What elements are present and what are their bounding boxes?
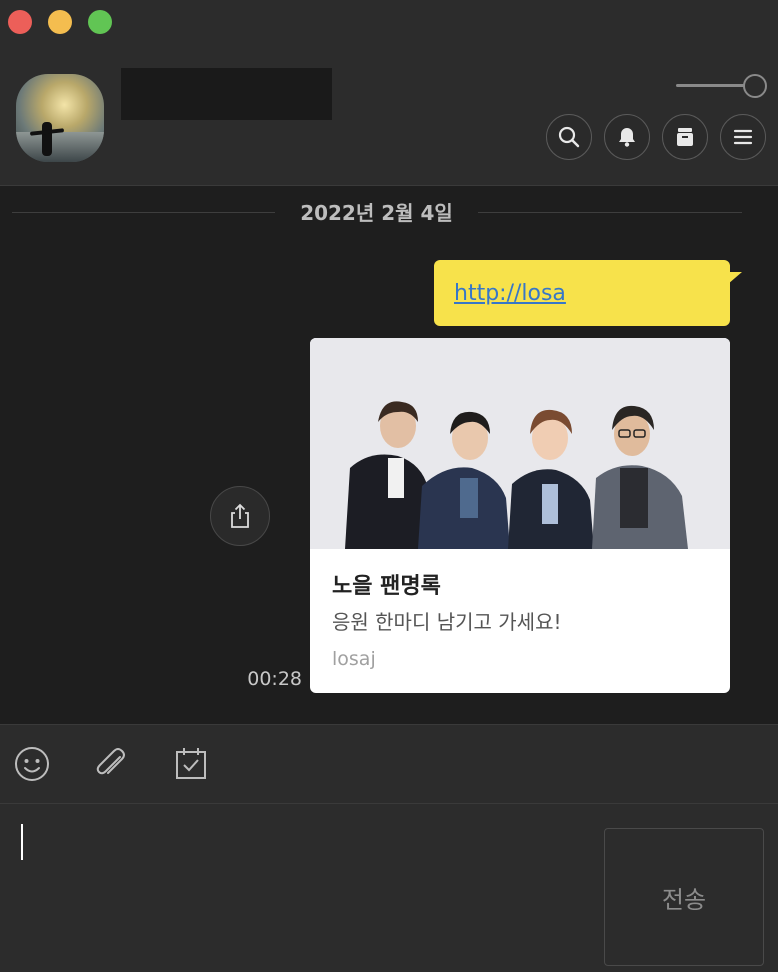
chat-room-name	[121, 68, 332, 120]
emoticon-button[interactable]	[13, 745, 51, 783]
link-preview-title: 노을 팬명록	[332, 574, 441, 599]
chat-header	[0, 0, 778, 186]
close-window-button[interactable]	[8, 10, 32, 34]
link-preview-card[interactable]: 노을 팬명록 응원 한마디 남기고 가세요! losaj	[310, 338, 730, 693]
bell-icon	[619, 128, 635, 147]
drawer-button[interactable]	[662, 114, 708, 160]
text-cursor	[21, 824, 23, 860]
composer-toolbar	[0, 724, 778, 804]
link-preview-domain: losaj	[332, 648, 376, 670]
slider-thumb[interactable]	[743, 74, 767, 98]
date-divider: 2022년 2월 4일	[12, 198, 742, 228]
search-button[interactable]	[546, 114, 592, 160]
divider-line-left	[12, 212, 275, 213]
attach-file-button[interactable]	[92, 745, 130, 783]
profile-avatar[interactable]	[16, 74, 104, 162]
group-photo-graphic	[310, 338, 730, 549]
drawer-icon	[677, 128, 693, 146]
link-preview-image	[310, 338, 730, 549]
search-icon	[558, 126, 580, 148]
paperclip-icon	[96, 748, 125, 775]
composer: 전송	[0, 804, 778, 972]
message-link[interactable]: http://losa	[454, 281, 566, 306]
opacity-slider[interactable]	[676, 74, 768, 98]
avatar-sea-graphic	[16, 132, 104, 162]
zoom-window-button[interactable]	[88, 10, 112, 34]
notification-button[interactable]	[604, 114, 650, 160]
message-list[interactable]: 2022년 2월 4일 http://losa 00:28 노을 팬명록 응원 …	[0, 186, 778, 902]
link-preview-description: 응원 한마디 남기고 가세요!	[332, 610, 562, 634]
schedule-button[interactable]	[172, 745, 210, 783]
avatar-figure-graphic	[42, 122, 52, 156]
menu-button[interactable]	[720, 114, 766, 160]
message-input[interactable]	[30, 820, 594, 954]
smiley-icon	[15, 747, 49, 781]
calendar-check-icon	[176, 748, 206, 779]
date-label: 2022년 2월 4일	[300, 201, 453, 225]
minimize-window-button[interactable]	[48, 10, 72, 34]
send-button[interactable]: 전송	[604, 828, 764, 966]
message-bubble[interactable]: http://losa	[434, 260, 742, 326]
message-time: 00:28	[247, 668, 302, 690]
hamburger-menu-icon	[733, 129, 753, 145]
bubble-tail	[728, 272, 742, 284]
share-button[interactable]	[210, 486, 270, 546]
share-icon	[231, 503, 249, 528]
divider-line-right	[478, 212, 742, 213]
